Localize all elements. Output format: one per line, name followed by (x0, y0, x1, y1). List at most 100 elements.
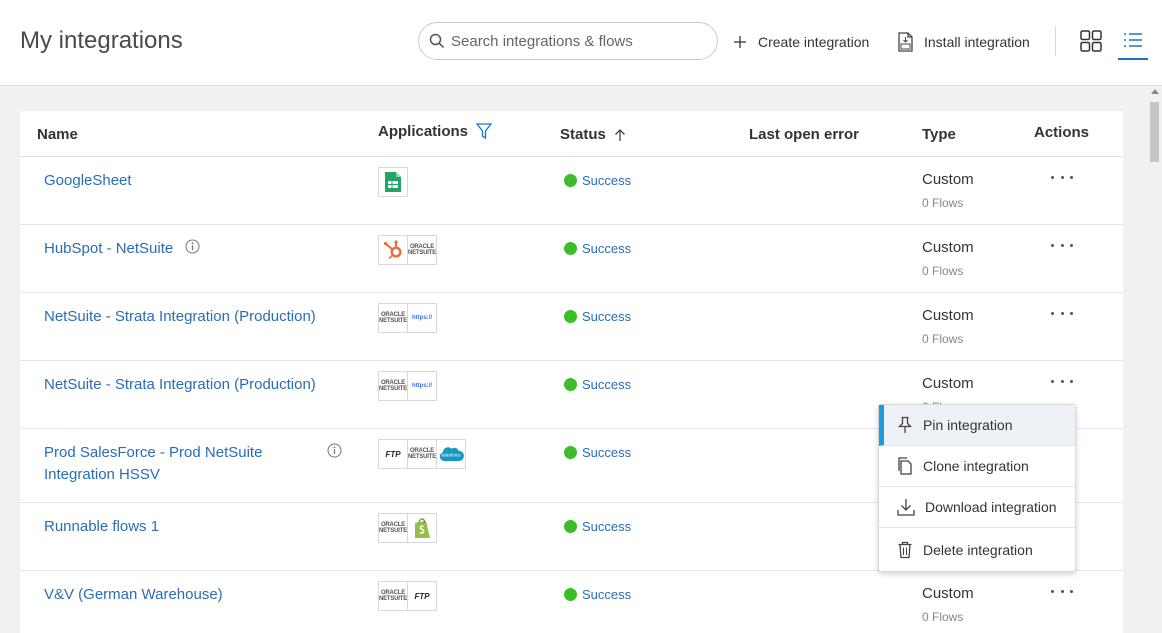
install-integration-button[interactable]: Install integration (897, 30, 1030, 54)
shopify-bag-icon (415, 518, 430, 538)
vertical-scrollbar[interactable] (1147, 86, 1162, 633)
row-actions-button[interactable] (1051, 169, 1073, 185)
table-header: Name Applications Status Last open error… (20, 111, 1123, 157)
plus-icon (734, 36, 746, 48)
column-header-name[interactable]: Name (37, 126, 78, 143)
integration-name-link[interactable]: Runnable flows 1 (44, 516, 159, 538)
clone-integration-label: Clone integration (923, 458, 1029, 474)
flow-count: 0 Flows (922, 196, 964, 210)
integration-name-line: Integration HSSV (44, 466, 160, 483)
success-dot (564, 310, 577, 323)
table-row: GoogleSheet Success Custom 0 Flows (20, 157, 1123, 225)
google-sheets-logo (378, 167, 408, 197)
status-badge: Success (564, 173, 631, 188)
page-title: My integrations (20, 27, 183, 54)
clone-integration-menu-item[interactable]: Clone integration (879, 446, 1075, 487)
application-logos (378, 167, 408, 197)
page-header: My integrations Create integration Insta… (0, 0, 1162, 86)
application-logos: ORACLE NETSUITE FTP (378, 581, 437, 611)
create-integration-button[interactable]: Create integration (732, 30, 869, 54)
row-actions-button[interactable] (1051, 373, 1073, 389)
row-actions-menu: Pin integration Clone integration Downlo… (878, 404, 1076, 572)
column-header-actions: Actions (1034, 124, 1089, 141)
application-logos: ORACLE NETSUITE https:// (378, 303, 437, 333)
download-integration-menu-item[interactable]: Download integration (879, 487, 1075, 528)
application-logos: ORACLE NETSUITE https:// (378, 371, 437, 401)
table-row: HubSpot - NetSuite ORACLE NETSUITE Succes… (20, 225, 1123, 293)
table-row: V&V (German Warehouse) ORACLE NETSUITE FT… (20, 571, 1123, 633)
list-view-button[interactable] (1118, 28, 1148, 60)
success-dot (564, 588, 577, 601)
column-last-error-label: Last open error (749, 126, 860, 143)
integration-name-link[interactable]: NetSuite - Strata Integration (Productio… (44, 306, 316, 328)
row-actions-button[interactable] (1051, 583, 1073, 599)
integration-type: Custom (922, 171, 974, 188)
ftp-logo: FTP (407, 581, 437, 611)
flow-count: 0 Flows (922, 264, 964, 278)
integration-name-link[interactable]: HubSpot - NetSuite (44, 238, 173, 260)
tile-view-button[interactable] (1080, 30, 1102, 57)
column-type-label: Type (922, 126, 956, 143)
flow-count: 0 Flows (922, 610, 964, 624)
download-icon (897, 499, 915, 516)
status-badge: Success (564, 377, 631, 392)
integration-type: Custom (922, 585, 974, 602)
integration-type: Custom (922, 375, 974, 392)
scrollbar-thumb[interactable] (1150, 102, 1159, 162)
install-integration-label: Install integration (924, 34, 1030, 50)
row-actions-button[interactable] (1051, 305, 1073, 321)
application-logos: ORACLE NETSUITE (378, 235, 437, 265)
header-divider (1055, 26, 1056, 56)
pin-integration-menu-item[interactable]: Pin integration (879, 405, 1075, 446)
success-dot (564, 378, 577, 391)
status-text: Success (582, 377, 632, 392)
pin-integration-label: Pin integration (923, 417, 1013, 433)
salesforce-text: salesforce (441, 453, 461, 458)
column-header-last-error: Last open error (749, 126, 859, 143)
integration-name-link[interactable]: Prod SalesForce - Prod NetSuite Integrat… (44, 442, 262, 486)
https-logo: https:// (407, 303, 437, 333)
install-zip-icon (898, 32, 913, 52)
integration-name-link[interactable]: GoogleSheet (44, 170, 132, 192)
column-header-type: Type (922, 126, 956, 143)
status-text: Success (582, 445, 632, 460)
flow-count: 0 Flows (922, 332, 964, 346)
row-actions-button[interactable] (1051, 237, 1073, 253)
success-dot (564, 520, 577, 533)
search-input[interactable] (451, 32, 701, 50)
status-text: Success (582, 519, 632, 534)
oracle-netsuite-logo: ORACLE NETSUITE (378, 581, 408, 611)
column-applications-label: Applications (378, 123, 469, 140)
status-text: Success (582, 309, 632, 324)
ftp-logo: FTP (378, 439, 408, 469)
list-icon (1124, 33, 1142, 47)
search-icon (429, 33, 445, 49)
column-header-status[interactable]: Status (560, 126, 626, 143)
pin-icon (897, 416, 913, 433)
scroll-up-arrow-icon[interactable] (1150, 89, 1159, 94)
info-icon[interactable] (185, 239, 200, 254)
status-badge: Success (564, 519, 631, 534)
sort-ascending-icon (614, 128, 625, 141)
info-icon[interactable] (327, 443, 342, 458)
status-badge: Success (564, 241, 631, 256)
oracle-netsuite-logo: ORACLE NETSUITE (378, 513, 408, 543)
status-badge: Success (564, 587, 631, 602)
integration-type: Custom (922, 307, 974, 324)
integration-name-link[interactable]: NetSuite - Strata Integration (Productio… (44, 374, 316, 396)
delete-integration-menu-item[interactable]: Delete integration (879, 529, 1075, 570)
netsuite-text: NETSUITE (378, 318, 408, 324)
application-logos: ORACLE NETSUITE (378, 513, 437, 543)
netsuite-text: NETSUITE (407, 454, 437, 460)
search-box[interactable] (418, 22, 718, 60)
clone-icon (898, 457, 912, 475)
google-sheets-icon (385, 172, 401, 192)
success-dot (564, 446, 577, 459)
filter-icon[interactable] (476, 123, 493, 140)
shopify-logo (407, 513, 437, 543)
application-logos: FTP ORACLE NETSUITE salesforce (378, 439, 466, 469)
download-integration-label: Download integration (925, 499, 1057, 515)
ftp-text: FTP (414, 591, 430, 601)
integration-name-link[interactable]: V&V (German Warehouse) (44, 584, 223, 606)
https-text: https:// (412, 383, 432, 389)
